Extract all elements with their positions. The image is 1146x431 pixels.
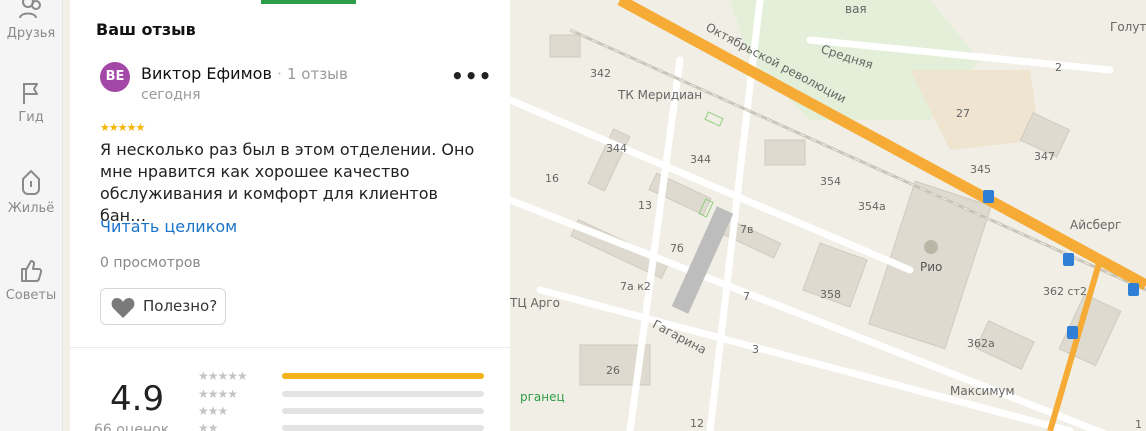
house-number: 13 — [638, 199, 652, 212]
rating-row-stars: ★★★ — [198, 404, 228, 418]
author-review-count: 1 отзыв — [286, 65, 348, 83]
review-text: Я несколько раз был в этом отделении. Он… — [100, 140, 475, 225]
separator-dot: · — [276, 64, 282, 83]
author-line: Виктор Ефимов · 1 отзыв — [141, 64, 348, 83]
rating-bar-track — [282, 425, 484, 431]
map-view[interactable]: Октябрьской революции Средняя вая ТК Мер… — [510, 0, 1146, 431]
rating-bar-track — [282, 373, 484, 379]
house-number: 362 ст2 — [1043, 285, 1087, 298]
left-rail: Друзья Гид Жильё Советы — [0, 0, 63, 431]
house-number: 342 — [590, 67, 611, 80]
ratings-count: 66 оценок — [94, 422, 170, 431]
house-number: 344 — [690, 153, 711, 166]
map-label-poi: Максимум — [950, 384, 1015, 398]
avatar[interactable]: ВЕ — [100, 62, 130, 92]
rating-row-stars: ★★ — [198, 421, 218, 431]
house-number: 354а — [858, 200, 886, 213]
review-rating-stars: ★★★★★ — [100, 121, 145, 134]
average-score: 4.9 — [110, 379, 165, 419]
map-label-poi: рганец — [520, 390, 565, 404]
rail-label-friends: Друзья — [6, 26, 56, 41]
house-number: 27 — [956, 107, 970, 120]
heart-icon — [111, 298, 135, 318]
map-label-poi: Айсберг — [1070, 218, 1122, 232]
house-number: 3 — [752, 343, 759, 356]
friends-icon — [19, 0, 41, 19]
review-panel: Ваш отзыв ВЕ Виктор Ефимов · 1 отзыв сегод… — [70, 0, 510, 431]
house-number: 362а — [967, 337, 995, 350]
house-number: 358 — [820, 288, 841, 301]
house-number: 345 — [970, 163, 991, 176]
author-name[interactable]: Виктор Ефимов — [141, 64, 272, 83]
rail-label-tips: Советы — [5, 288, 57, 303]
rating-bar-fill — [282, 373, 484, 379]
house-number: 1 — [1135, 418, 1142, 431]
map-label-poi: Рио — [920, 260, 943, 274]
house-number: 12 — [690, 417, 704, 430]
rating-bar-track — [282, 408, 484, 414]
more-options-icon[interactable]: ••• — [451, 64, 492, 88]
flag-icon — [23, 83, 38, 104]
useful-label: Полезно? — [143, 297, 218, 315]
house-number: 344 — [606, 142, 627, 155]
active-tab-indicator — [261, 0, 356, 4]
section-title: Ваш отзыв — [96, 20, 196, 39]
rail-item-guide[interactable]: Гид — [0, 80, 62, 125]
review-date: сегодня — [141, 87, 201, 103]
views-count: 0 просмотров — [100, 255, 201, 271]
house-number: 7б — [670, 242, 684, 255]
house-number: 7а к2 — [620, 280, 651, 293]
divider — [70, 347, 510, 348]
rating-row-stars: ★★★★ — [198, 387, 238, 401]
rating-row-stars: ★★★★★ — [198, 369, 248, 383]
map-label-street: вая — [845, 2, 867, 16]
rail-item-tips[interactable]: Советы — [0, 258, 62, 303]
map-label-poi: ТЦ Арго — [510, 296, 560, 310]
rail-item-friends[interactable]: Друзья — [0, 0, 62, 41]
rating-bar-track — [282, 391, 484, 397]
house-number: 7 — [743, 290, 750, 303]
thumbs-up-icon — [21, 260, 43, 282]
useful-button[interactable]: Полезно? — [100, 288, 226, 325]
map-label-poi: Голуть — [1110, 20, 1146, 34]
rail-label-guide: Гид — [18, 110, 44, 125]
rail-label-housing: Жильё — [7, 201, 55, 216]
read-more-link[interactable]: Читать целиком — [100, 217, 237, 236]
map-label-poi: ТК Меридиан — [618, 88, 703, 102]
house-number: 354 — [820, 175, 841, 188]
rail-item-housing[interactable]: Жильё — [0, 167, 62, 216]
house-number: 16 — [545, 172, 559, 185]
house-number: 7в — [740, 223, 754, 236]
house-number: 347 — [1034, 150, 1055, 163]
housing-icon — [22, 169, 40, 195]
house-number: 26 — [606, 364, 620, 377]
house-number: 2 — [1055, 61, 1062, 74]
